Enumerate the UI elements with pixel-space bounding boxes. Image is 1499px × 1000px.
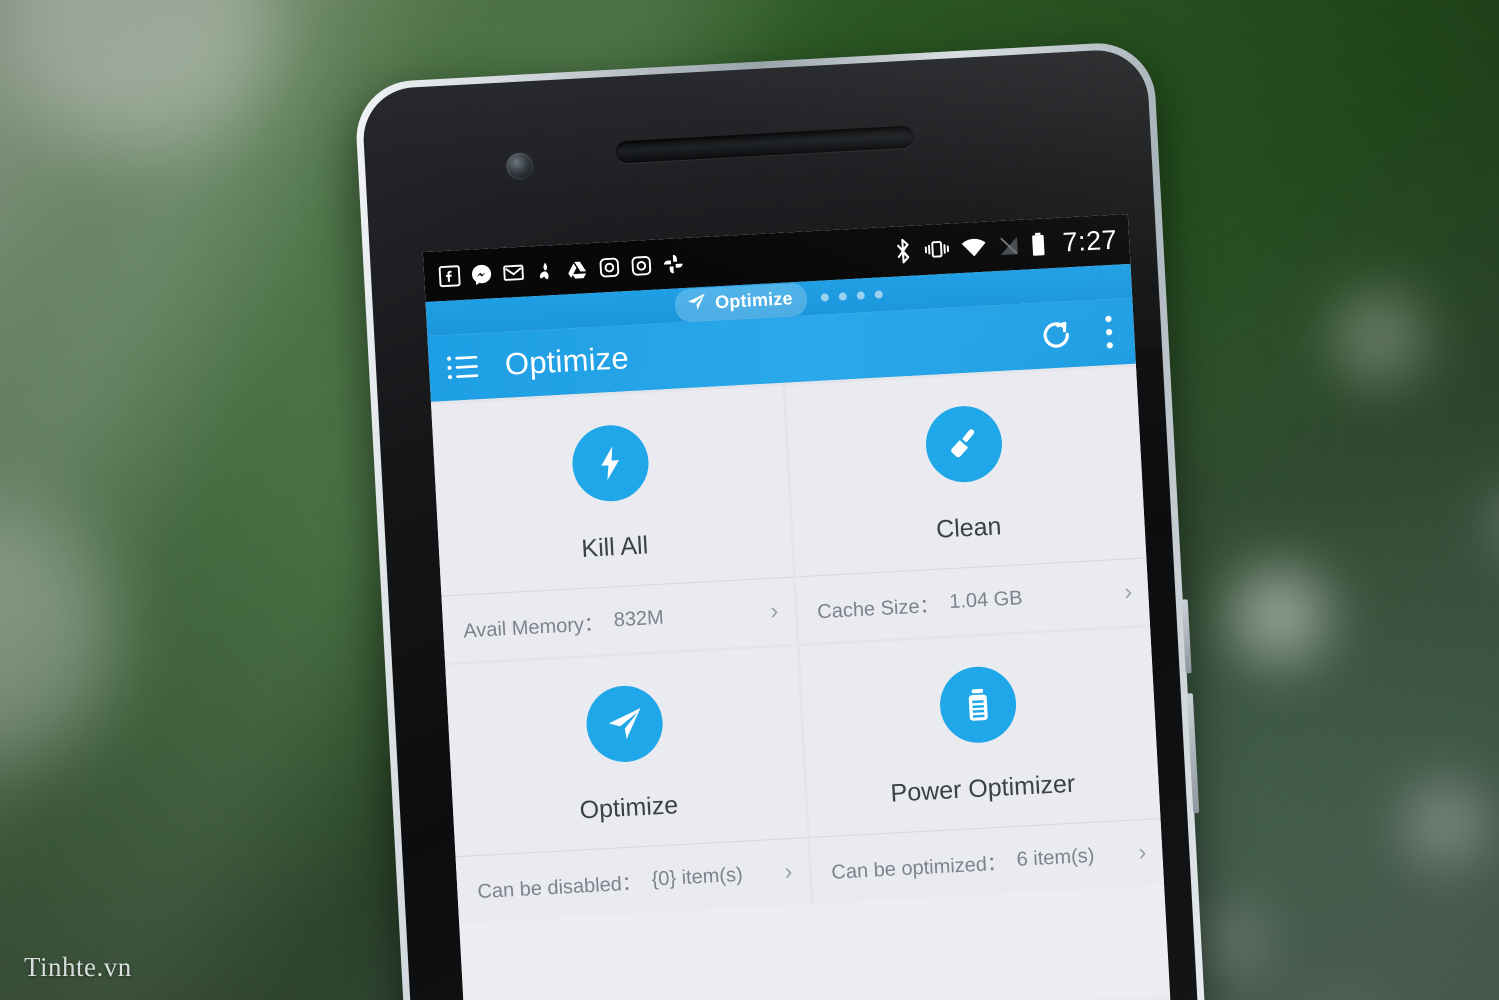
- system-status-icons: 7:27: [892, 224, 1118, 267]
- tile-label: Kill All: [580, 531, 649, 563]
- wifi-icon: [960, 236, 988, 258]
- tile-kill-all[interactable]: Kill All Avail Memory： 832M ›: [431, 385, 797, 663]
- tile-power-optimizer[interactable]: Power Optimizer Can be optimized： 6 item…: [799, 627, 1165, 904]
- tile-optimize[interactable]: Optimize Can be disabled： {0} item(s) ›: [445, 646, 811, 924]
- page-dot: [874, 290, 883, 299]
- phone-screen: 7:27 Optimize Optimize Kill All Avail Me…: [422, 213, 1172, 1000]
- gmail-icon: [501, 260, 525, 284]
- chevron-right-icon[interactable]: ›: [1138, 839, 1147, 866]
- battery-icon: [1030, 231, 1047, 257]
- instagram-icon-2: [629, 253, 653, 277]
- vibrate-icon: [923, 238, 951, 261]
- tile-kill-all-body[interactable]: Kill All: [431, 386, 792, 596]
- footer-label: Avail Memory：: [462, 612, 605, 642]
- paper-plane-icon: [685, 290, 707, 317]
- phone-device: 7:27 Optimize Optimize Kill All Avail Me…: [353, 40, 1206, 1000]
- optimize-tile-grid: Kill All Avail Memory： 832M › Clean Cach…: [430, 363, 1165, 924]
- optimize-notification-pill[interactable]: Optimize: [674, 281, 808, 323]
- page-dot: [820, 293, 829, 302]
- pill-label: Optimize: [714, 288, 794, 313]
- chevron-right-icon[interactable]: ›: [770, 597, 779, 624]
- broom-icon: [924, 404, 1005, 485]
- tile-label: Clean: [935, 512, 1003, 544]
- refresh-icon[interactable]: [1037, 316, 1075, 354]
- tile-optimize-body[interactable]: Optimize: [445, 647, 806, 857]
- more-vertical-icon[interactable]: [1103, 314, 1115, 350]
- chevron-right-icon[interactable]: ›: [784, 858, 793, 885]
- status-bar-clock: 7:27: [1061, 224, 1118, 257]
- lightning-bolt-icon: [570, 423, 651, 504]
- footer-value: 1.04 GB: [948, 586, 1024, 613]
- page-dot: [856, 291, 865, 300]
- list-menu-icon[interactable]: [446, 352, 479, 382]
- footer-value: 6 item(s): [1016, 844, 1095, 871]
- page-title: Optimize: [504, 340, 630, 382]
- tile-clean[interactable]: Clean Cache Size： 1.04 GB ›: [785, 366, 1150, 644]
- app-bar-spacer: [629, 336, 1038, 358]
- chevron-right-icon[interactable]: ›: [1123, 578, 1132, 605]
- notification-icons: [438, 252, 686, 288]
- page-indicator-dots: [820, 290, 883, 302]
- tile-label: Optimize: [578, 791, 679, 825]
- instagram-icon: [597, 255, 621, 279]
- paper-plane-icon: [584, 683, 665, 764]
- google-photos-icon: [661, 252, 685, 276]
- tile-clean-body[interactable]: Clean: [785, 367, 1146, 577]
- bluetooth-icon: [892, 238, 914, 265]
- no-signal-icon: [997, 234, 1021, 256]
- facebook-icon: [438, 264, 462, 288]
- leaf-app-icon: [533, 258, 557, 282]
- tile-power-optimizer-body[interactable]: Power Optimizer: [799, 627, 1160, 837]
- footer-label: Can be disabled：: [476, 871, 643, 903]
- messenger-icon: [469, 262, 493, 286]
- page-dot: [838, 292, 847, 301]
- screenshot-scene: Tinhte.vn 7:27 Optimize Optimize Kill Al…: [0, 0, 1499, 1000]
- google-drive-icon: [565, 257, 589, 281]
- footer-label: Cache Size：: [816, 594, 941, 623]
- tile-label: Power Optimizer: [889, 769, 1076, 808]
- footer-value: 832M: [613, 606, 665, 631]
- battery-vertical-icon: [938, 664, 1019, 745]
- footer-value: {0} item(s): [651, 863, 744, 891]
- footer-label: Can be optimized：: [830, 851, 1008, 884]
- watermark: Tinhte.vn: [24, 952, 132, 982]
